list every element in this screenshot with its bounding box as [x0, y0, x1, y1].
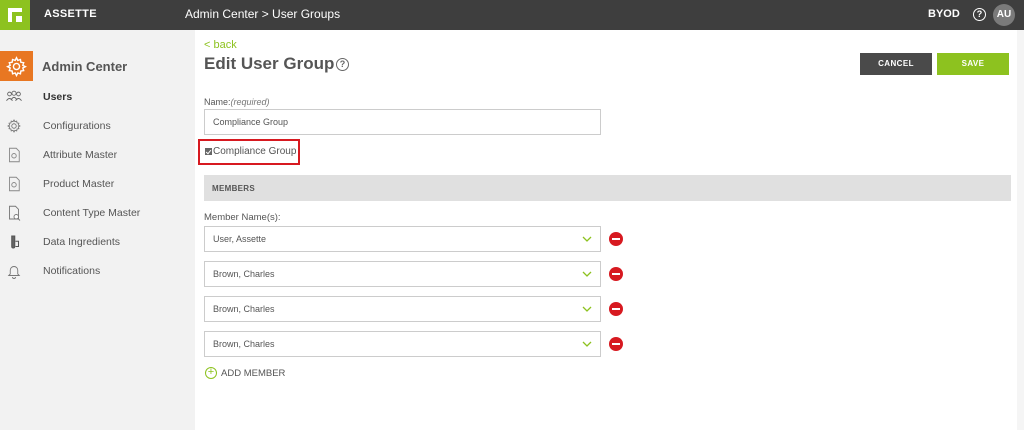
sidebar-item-label: Content Type Master [43, 207, 141, 219]
members-section-header: MEMBERS [204, 175, 1011, 201]
top-bar: ASSETTE Admin Center > User Groups BYOD … [0, 0, 1024, 30]
member-select-value: Brown, Charles [213, 269, 275, 279]
sidebar-item-label: Users [43, 91, 73, 103]
required-hint: (required) [230, 97, 270, 107]
content-type-icon [9, 205, 21, 221]
sidebar-item-data-ingredients[interactable]: Data Ingredients [0, 228, 195, 257]
sidebar-item-label: Configurations [43, 120, 111, 132]
member-select-value: Brown, Charles [213, 304, 275, 314]
sidebar-item-configurations[interactable]: Configurations [0, 112, 195, 141]
gear-icon [7, 119, 21, 133]
chevron-down-icon [582, 271, 592, 277]
add-member-icon[interactable]: + [205, 367, 217, 379]
sidebar-item-label: Data Ingredients [43, 236, 121, 248]
member-select[interactable]: Brown, Charles [204, 331, 601, 357]
member-select[interactable]: Brown, Charles [204, 261, 601, 287]
save-button[interactable]: SAVE [937, 53, 1009, 75]
data-ingredients-icon [11, 235, 20, 249]
member-select-value: User, Assette [213, 234, 267, 244]
brand-name: ASSETTE [44, 8, 97, 20]
sidebar-item-attribute-master[interactable]: Attribute Master [0, 141, 195, 170]
scrollbar[interactable] [1017, 30, 1024, 430]
remove-member-icon[interactable] [609, 302, 623, 316]
page-title: Edit User Group [204, 54, 335, 73]
assette-logo-icon[interactable] [0, 0, 30, 30]
name-field-label: Name:(required) [204, 97, 270, 107]
sidebar-item-notifications[interactable]: Notifications [0, 257, 195, 286]
breadcrumb: Admin Center > User Groups [185, 7, 341, 21]
cancel-button[interactable]: CANCEL [860, 53, 932, 75]
sidebar-item-label: Product Master [43, 178, 115, 190]
product-doc-icon [9, 176, 20, 192]
member-names-label: Member Name(s): [204, 212, 281, 223]
back-link[interactable]: < back [204, 39, 237, 51]
gear-icon [0, 51, 33, 81]
members-header-label: MEMBERS [212, 184, 255, 193]
chevron-down-icon [582, 236, 592, 242]
remove-member-icon[interactable] [609, 232, 623, 246]
bell-icon [7, 266, 21, 279]
group-checkbox-label[interactable]: Compliance Group [213, 146, 296, 157]
chevron-down-icon [582, 306, 592, 312]
member-select-value: Brown, Charles [213, 339, 275, 349]
help-icon[interactable]: ? [336, 58, 349, 71]
group-checkbox[interactable] [205, 148, 212, 155]
sidebar: Admin Center Users Configurations Attrib… [0, 30, 195, 430]
sidebar-item-content-type-master[interactable]: Content Type Master [0, 199, 195, 228]
remove-member-icon[interactable] [609, 267, 623, 281]
sidebar-item-product-master[interactable]: Product Master [0, 170, 195, 199]
sidebar-item-label: Attribute Master [43, 149, 118, 161]
sidebar-item-users[interactable]: Users [0, 83, 195, 112]
member-select[interactable]: Brown, Charles [204, 296, 601, 322]
sidebar-header[interactable]: Admin Center [0, 51, 195, 81]
name-label-text: Name: [204, 97, 231, 107]
sidebar-header-label: Admin Center [42, 59, 128, 74]
byod-link[interactable]: BYOD [928, 8, 960, 20]
add-member-button[interactable]: ADD MEMBER [221, 368, 285, 379]
sidebar-item-label: Notifications [43, 265, 101, 277]
member-select[interactable]: User, Assette [204, 226, 601, 252]
help-icon[interactable]: ? [973, 8, 986, 21]
avatar[interactable]: AU [993, 4, 1015, 26]
name-input[interactable]: Compliance Group [204, 109, 601, 135]
remove-member-icon[interactable] [609, 337, 623, 351]
users-icon [6, 90, 22, 102]
chevron-down-icon [582, 341, 592, 347]
attribute-doc-icon [9, 147, 20, 163]
